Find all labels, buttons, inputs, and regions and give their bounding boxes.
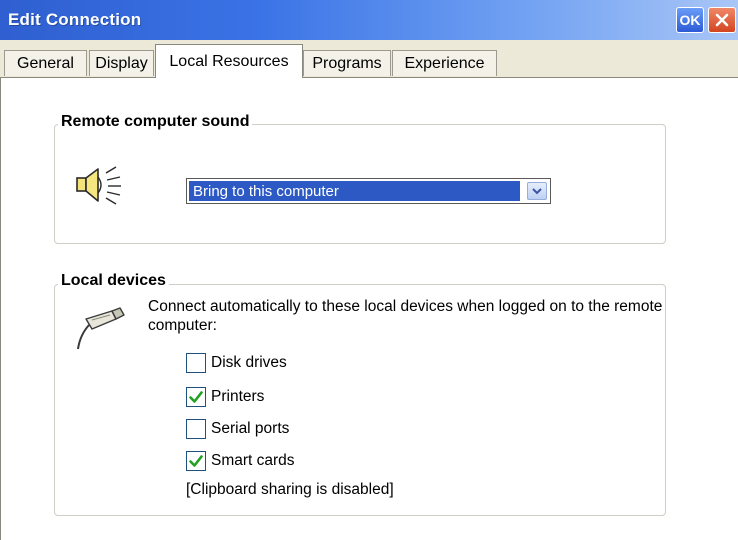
tab-general[interactable]: General	[4, 50, 87, 76]
checkmark-icon	[189, 455, 203, 467]
checkbox-smart-cards[interactable]	[186, 451, 206, 471]
remote-sound-select[interactable]: Bring to this computer	[186, 178, 551, 204]
tab-label: Programs	[312, 54, 382, 72]
window-title: Edit Connection	[8, 10, 142, 29]
checkbox-label: Serial ports	[211, 420, 290, 437]
title-bar: Edit Connection OK	[0, 0, 738, 40]
remote-sound-select-value: Bring to this computer	[189, 181, 520, 201]
speaker-icon	[76, 166, 121, 205]
checkmark-icon	[189, 391, 203, 403]
checkbox-printers[interactable]	[186, 387, 206, 407]
cable-plug-icon	[77, 307, 125, 350]
dropdown-button[interactable]	[527, 182, 547, 200]
tab-label: General	[17, 54, 74, 72]
device-option-smart-cards[interactable]: Smart cards	[186, 449, 295, 473]
clipboard-status-note: [Clipboard sharing is disabled]	[186, 481, 394, 498]
checkbox-serial-ports[interactable]	[186, 419, 206, 439]
checkbox-label: Disk drives	[211, 354, 287, 371]
tab-programs[interactable]: Programs	[303, 50, 391, 76]
device-option-disk-drives[interactable]: Disk drives	[186, 351, 287, 375]
ok-button[interactable]: OK	[676, 7, 704, 33]
edit-connection-window: Edit Connection OK General Display Local…	[0, 0, 738, 540]
tab-local-resources[interactable]: Local Resources	[155, 44, 303, 78]
tab-label: Experience	[404, 54, 485, 72]
tab-label: Local Resources	[169, 52, 289, 70]
tab-strip: General Display Local Resources Programs…	[0, 40, 738, 80]
local-devices-legend: Local devices	[58, 272, 169, 290]
tab-divider	[0, 77, 738, 78]
ok-button-label: OK	[679, 12, 701, 28]
close-button[interactable]	[708, 7, 736, 33]
tab-experience[interactable]: Experience	[392, 50, 497, 76]
checkbox-label: Printers	[211, 388, 265, 405]
close-icon	[715, 13, 729, 27]
tab-label: Display	[95, 54, 148, 72]
remote-sound-legend: Remote computer sound	[58, 113, 253, 131]
device-option-printers[interactable]: Printers	[186, 385, 264, 409]
checkbox-disk-drives[interactable]	[186, 353, 206, 373]
tab-display[interactable]: Display	[89, 50, 154, 76]
devices-description: Connect automatically to these local dev…	[148, 298, 663, 334]
chevron-down-icon	[532, 188, 542, 195]
device-option-serial-ports[interactable]: Serial ports	[186, 417, 289, 441]
checkbox-label: Smart cards	[211, 452, 295, 469]
